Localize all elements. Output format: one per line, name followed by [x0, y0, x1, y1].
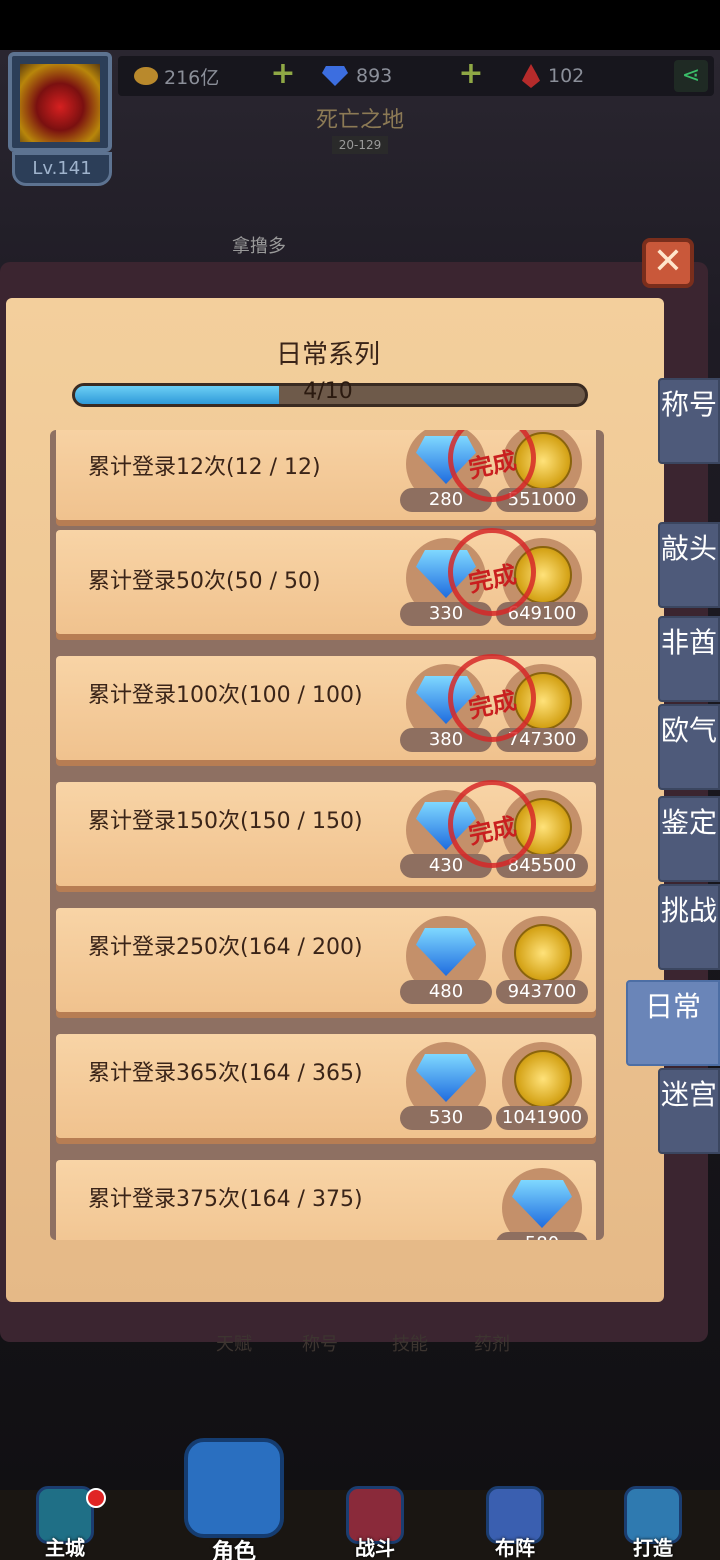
- side-tab-maze[interactable]: 迷宫: [658, 1068, 720, 1154]
- coin-reward-value: 943700: [496, 980, 588, 1004]
- achievement-row: 累计登录365次(164 / 365) 530 1041900: [56, 1034, 596, 1138]
- dialog-title: 日常系列: [275, 340, 380, 370]
- nav-label: 布阵: [495, 1536, 535, 1560]
- add-gems-plus-icon[interactable]: +: [458, 59, 484, 89]
- coin-counter: 216亿: [134, 62, 219, 90]
- flame-icon: [522, 64, 540, 88]
- status-bar: [0, 0, 720, 50]
- nav-character[interactable]: 角色: [180, 1438, 288, 1560]
- gem-reward: 580: [496, 1168, 588, 1240]
- energy-counter: 102: [522, 62, 584, 90]
- notification-badge: [86, 1488, 106, 1508]
- gem-counter: 893: [322, 62, 392, 90]
- side-tab-challenge[interactable]: 挑战: [658, 884, 720, 970]
- nav-formation[interactable]: 布阵: [480, 1486, 550, 1560]
- gem-icon: [322, 66, 348, 86]
- area-stage: 20-129: [332, 136, 388, 154]
- coin-icon: [514, 1050, 572, 1108]
- nav-label: 主城: [45, 1536, 85, 1560]
- achievement-row: 累计登录375次(164 / 375) 580: [56, 1160, 596, 1240]
- stamp-text: 完成: [466, 686, 519, 724]
- tab-title[interactable]: 称号: [302, 1330, 338, 1356]
- character-name: 拿撸多: [232, 236, 286, 257]
- side-tab-title[interactable]: 称号: [658, 378, 720, 464]
- progress-text: 4/10: [303, 379, 353, 404]
- knight-helmet-icon: [184, 1438, 284, 1538]
- gem-reward-value: 480: [400, 980, 492, 1004]
- stamp-text: 完成: [466, 812, 519, 850]
- achievement-label: 累计登录12次(12 / 12): [88, 455, 321, 480]
- stamp-text: 完成: [466, 560, 519, 598]
- achievement-label: 累计登录250次(164 / 200): [88, 935, 363, 960]
- achievement-row: 累计登录50次(50 / 50) 330 649100 完成: [56, 528, 596, 634]
- coin-reward: 943700: [496, 916, 588, 1008]
- achievement-label: 累计登录150次(150 / 150): [88, 809, 363, 834]
- player-avatar[interactable]: [8, 52, 112, 152]
- stamp-text: 完成: [466, 446, 519, 484]
- achievement-label: 累计登录50次(50 / 50): [88, 569, 321, 594]
- completed-stamp: 完成: [448, 528, 536, 616]
- coin-icon: [514, 924, 572, 982]
- achievement-list[interactable]: 累计登录12次(12 / 12) 280 551000 完成 累计登录50次(5…: [50, 430, 604, 1240]
- add-coins-plus-icon[interactable]: +: [270, 59, 296, 89]
- gem-reward-value: 580: [496, 1232, 588, 1240]
- gem-reward: 530: [400, 1042, 492, 1134]
- close-icon[interactable]: ✕: [642, 238, 694, 288]
- tab-potion[interactable]: 药剂: [474, 1330, 510, 1356]
- gem-reward: 480: [400, 916, 492, 1008]
- achievement-label: 累计登录100次(100 / 100): [88, 683, 363, 708]
- share-icon[interactable]: ⋖: [674, 60, 708, 92]
- energy-value: 102: [548, 65, 585, 87]
- achievement-row: 累计登录250次(164 / 200) 480 943700: [56, 908, 596, 1012]
- achievement-label: 累计登录365次(164 / 365): [88, 1061, 363, 1086]
- nav-label: 角色: [211, 1540, 256, 1560]
- side-tab-lucky[interactable]: 欧气: [658, 704, 720, 790]
- achievement-row: 累计登录100次(100 / 100) 380 747300 完成: [56, 654, 596, 760]
- achievement-label: 累计登录375次(164 / 375): [88, 1187, 363, 1212]
- side-tab-unlucky[interactable]: 非酋: [658, 616, 720, 702]
- coin-reward-value: 1041900: [496, 1106, 588, 1130]
- coin-value: 216亿: [164, 66, 220, 89]
- nav-forge[interactable]: 打造: [618, 1486, 688, 1560]
- area-name: 死亡之地: [315, 108, 404, 133]
- achievement-row: 累计登录12次(12 / 12) 280 551000 完成: [56, 430, 596, 520]
- coin-icon: [134, 67, 158, 85]
- achievement-row: 累计登录150次(150 / 150) 430 845500 完成: [56, 780, 596, 886]
- side-tab-knock[interactable]: 敲头: [658, 522, 720, 608]
- side-tab-appraise[interactable]: 鉴定: [658, 796, 720, 882]
- side-tab-daily[interactable]: 日常: [626, 980, 720, 1066]
- completed-stamp: 完成: [448, 780, 536, 868]
- nav-battle[interactable]: 战斗: [340, 1486, 410, 1560]
- nav-label: 战斗: [355, 1536, 395, 1560]
- tab-skill[interactable]: 技能: [392, 1330, 428, 1356]
- gem-reward-value: 530: [400, 1106, 492, 1130]
- avatar-portrait: [20, 64, 100, 142]
- tab-talent[interactable]: 天赋: [216, 1330, 252, 1356]
- coin-reward: 1041900: [496, 1042, 588, 1134]
- nav-label: 打造: [633, 1536, 673, 1560]
- gem-value: 893: [356, 65, 393, 87]
- player-level: Lv.141: [12, 152, 112, 186]
- completed-stamp: 完成: [448, 654, 536, 742]
